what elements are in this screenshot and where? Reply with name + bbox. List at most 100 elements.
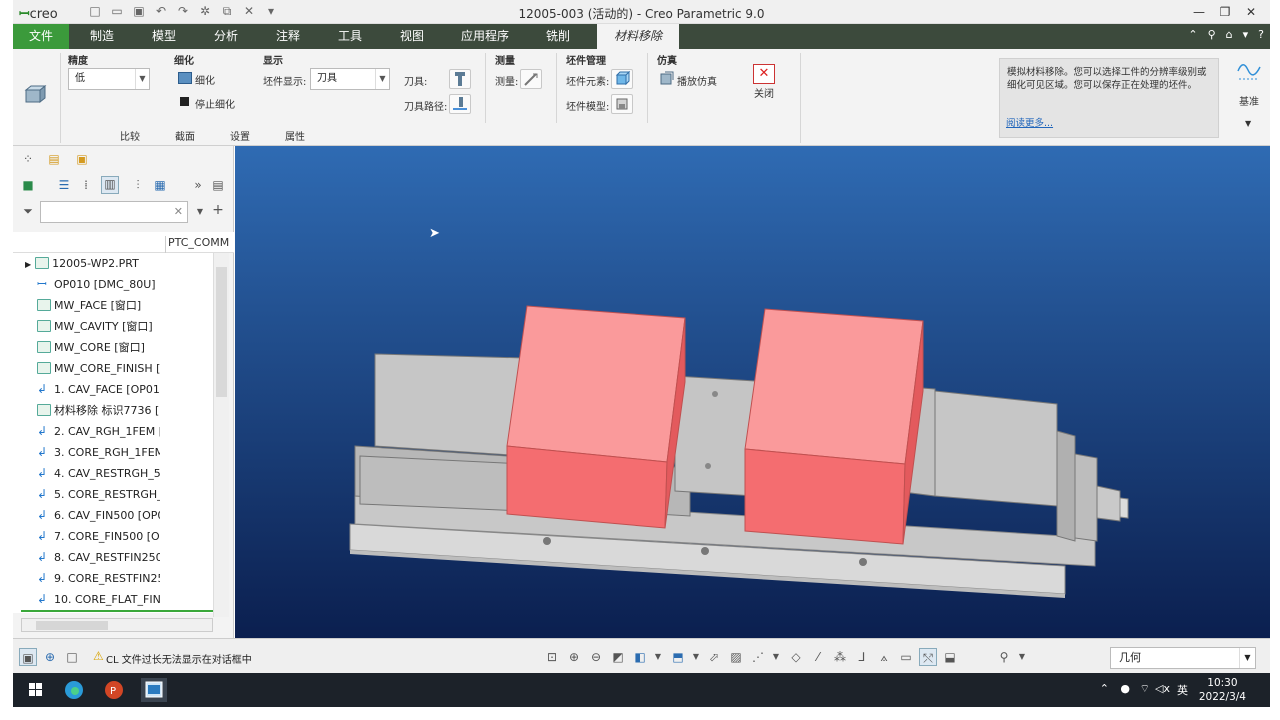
saved-orientations-icon[interactable]: ⬒ (669, 648, 687, 666)
tree-item[interactable]: ↲ 4. CAV_RESTRGH_50 (13, 463, 160, 484)
tree-item[interactable]: MW_CORE [窗口] (13, 337, 160, 358)
browser-toggle-icon[interactable]: ⊕ (41, 648, 59, 666)
view-manager-icon[interactable]: ⬀ (705, 648, 723, 666)
learning-icon[interactable]: ⌂ (1226, 28, 1233, 41)
close-icon[interactable]: ✕ (753, 64, 775, 84)
search-input[interactable]: ✕ (40, 201, 188, 223)
tree-item[interactable]: ↲ 6. CAV_FIN500 [OP0 (13, 505, 160, 526)
stock-block-left[interactable] (506, 305, 686, 529)
tree-item[interactable]: MW_CORE_FINISH [ (13, 358, 160, 379)
add-icon[interactable]: + (211, 203, 225, 217)
ime-indicator[interactable]: 英 (1177, 682, 1188, 698)
tree-item-root[interactable]: ▶ 12005-WP2.PRT (13, 253, 160, 274)
tab-manufacture[interactable]: 制造 (77, 24, 127, 49)
close-window-icon[interactable]: ✕ (241, 3, 257, 19)
stock-element-icon[interactable] (611, 69, 633, 89)
more-icon[interactable]: » (191, 178, 205, 192)
maximize-button[interactable]: ❐ (1212, 2, 1238, 22)
windows-start-icon[interactable] (23, 678, 49, 702)
read-more-link[interactable]: 阅读更多... (1006, 117, 1053, 130)
favorites-icon[interactable]: ▣ (75, 152, 89, 166)
chevron-down-icon[interactable]: ▼ (687, 648, 705, 666)
play-simulation-icon[interactable] (660, 71, 674, 85)
network-icon[interactable]: ⌔ (1140, 682, 1150, 696)
stop-refine-button[interactable]: 停止细化 (195, 96, 235, 111)
undo-icon[interactable]: ↶ (153, 3, 169, 19)
tree-filter-icon[interactable]: ⫶ (131, 178, 145, 192)
minimize-button[interactable]: — (1186, 2, 1212, 22)
tree-item[interactable]: 材料移除 标识7736 [ (13, 400, 160, 421)
chevron-up-icon[interactable]: ⌃ (1100, 682, 1109, 695)
scroll-thumb[interactable] (36, 621, 108, 630)
microphone-icon[interactable]: ● (1120, 682, 1130, 695)
insert-indicator[interactable] (21, 610, 213, 612)
collapse-ribbon-icon[interactable]: ⌃ (1188, 28, 1197, 41)
find-icon[interactable]: ⚲ (995, 648, 1013, 666)
edge-browser-icon[interactable] (61, 678, 87, 702)
chevron-down-icon[interactable]: ▼ (1245, 119, 1251, 128)
tree-item[interactable]: ↲ 2. CAV_RGH_1FEM [ (13, 421, 160, 442)
chevron-down-icon[interactable]: ▼ (193, 205, 207, 219)
zoom-in-icon[interactable]: ⊕ (565, 648, 583, 666)
stop-icon[interactable] (180, 97, 189, 106)
close-button[interactable]: 关闭 (754, 85, 774, 100)
tree-item[interactable]: ↲ 10. CORE_FLAT_FIN (13, 589, 160, 610)
tab-annotate[interactable]: 注释 (263, 24, 313, 49)
chevron-down-icon[interactable]: ▼ (767, 648, 785, 666)
subtab-section[interactable]: 截面 (175, 128, 195, 143)
perspective-icon[interactable]: ▨ (727, 648, 745, 666)
tree-item[interactable]: ꟷ OP010 [DMC_80U] (13, 274, 160, 295)
clear-icon[interactable]: ✕ (174, 205, 183, 218)
tree-item[interactable]: ↲ 7. CORE_FIN500 [OF (13, 526, 160, 547)
model-tree-tab-icon[interactable]: ⁘ (21, 152, 35, 166)
model-icon[interactable]: ■ (21, 178, 35, 192)
stock-block-right[interactable] (744, 308, 924, 545)
tree-item[interactable]: ↲ 1. CAV_FACE [OP010 (13, 379, 160, 400)
spin-center-icon[interactable]: ⬓ (941, 648, 959, 666)
tree-item[interactable]: ↲ 5. CORE_RESTRGH_5 (13, 484, 160, 505)
datum-display-icon[interactable]: ⋰ (749, 648, 767, 666)
hidden-line-icon[interactable]: ▭ (897, 648, 915, 666)
stock-model-icon[interactable] (611, 94, 633, 114)
stock-mode-icon[interactable] (21, 81, 49, 109)
tree-vertical-scrollbar[interactable] (213, 253, 229, 617)
help-dropdown-icon[interactable]: ▾ (1243, 28, 1249, 41)
close-button[interactable]: ✕ (1238, 2, 1264, 22)
volume-icon[interactable]: ◁ⅹ (1155, 682, 1170, 695)
stock-display-select[interactable]: 刀具 ▼ (310, 68, 390, 90)
tab-view[interactable]: 视图 (387, 24, 437, 49)
vise-model[interactable] (235, 146, 1270, 638)
windows-icon[interactable]: ⧉ (219, 3, 235, 19)
tree-item[interactable]: MW_CAVITY [窗口] (13, 316, 160, 337)
graphics-viewport[interactable]: ➤ (235, 146, 1270, 638)
search-icon[interactable]: ⚲ (1208, 28, 1216, 41)
open-file-icon[interactable]: ▭ (109, 3, 125, 19)
save-icon[interactable]: ▣ (131, 3, 147, 19)
tree-settings-icon[interactable]: ▦ (153, 178, 167, 192)
tab-model[interactable]: 模型 (139, 24, 189, 49)
tab-material-removal[interactable]: 材料移除 (597, 24, 679, 49)
tree-item[interactable]: ↲ 9. CORE_RESTFIN25 (13, 568, 160, 589)
repaint-icon[interactable]: ◩ (609, 648, 627, 666)
refit-icon[interactable]: ⊡ (543, 648, 561, 666)
tree-item[interactable]: ↲ 3. CORE_RGH_1FEM (13, 442, 160, 463)
tree-columns-icon[interactable]: ▥ (101, 176, 119, 194)
folder-browser-icon[interactable]: ▤ (47, 152, 61, 166)
chevron-down-icon[interactable]: ▼ (1013, 648, 1031, 666)
tab-applications[interactable]: 应用程序 (453, 24, 517, 49)
powerpoint-icon[interactable]: P (101, 678, 127, 702)
datum-label[interactable]: 基准 (1239, 93, 1259, 108)
new-file-icon[interactable]: □ (87, 3, 103, 19)
expand-icon[interactable]: ▶ (25, 260, 31, 269)
refine-button[interactable]: 细化 (195, 72, 215, 87)
tab-file[interactable]: 文件 (13, 24, 69, 49)
plane-display-icon[interactable]: ◇ (787, 648, 805, 666)
clock[interactable]: 10:30 2022/3/4 (1199, 676, 1246, 704)
customize-qat-icon[interactable]: ▾ (263, 3, 279, 19)
toolpath-display-icon[interactable]: ⤲ (919, 648, 937, 666)
subtab-properties[interactable]: 属性 (285, 128, 305, 143)
fullscreen-icon[interactable]: □ (63, 648, 81, 666)
regenerate-icon[interactable]: ✲ (197, 3, 213, 19)
creo-app-icon[interactable] (141, 678, 167, 702)
subtab-settings[interactable]: 设置 (230, 128, 250, 143)
